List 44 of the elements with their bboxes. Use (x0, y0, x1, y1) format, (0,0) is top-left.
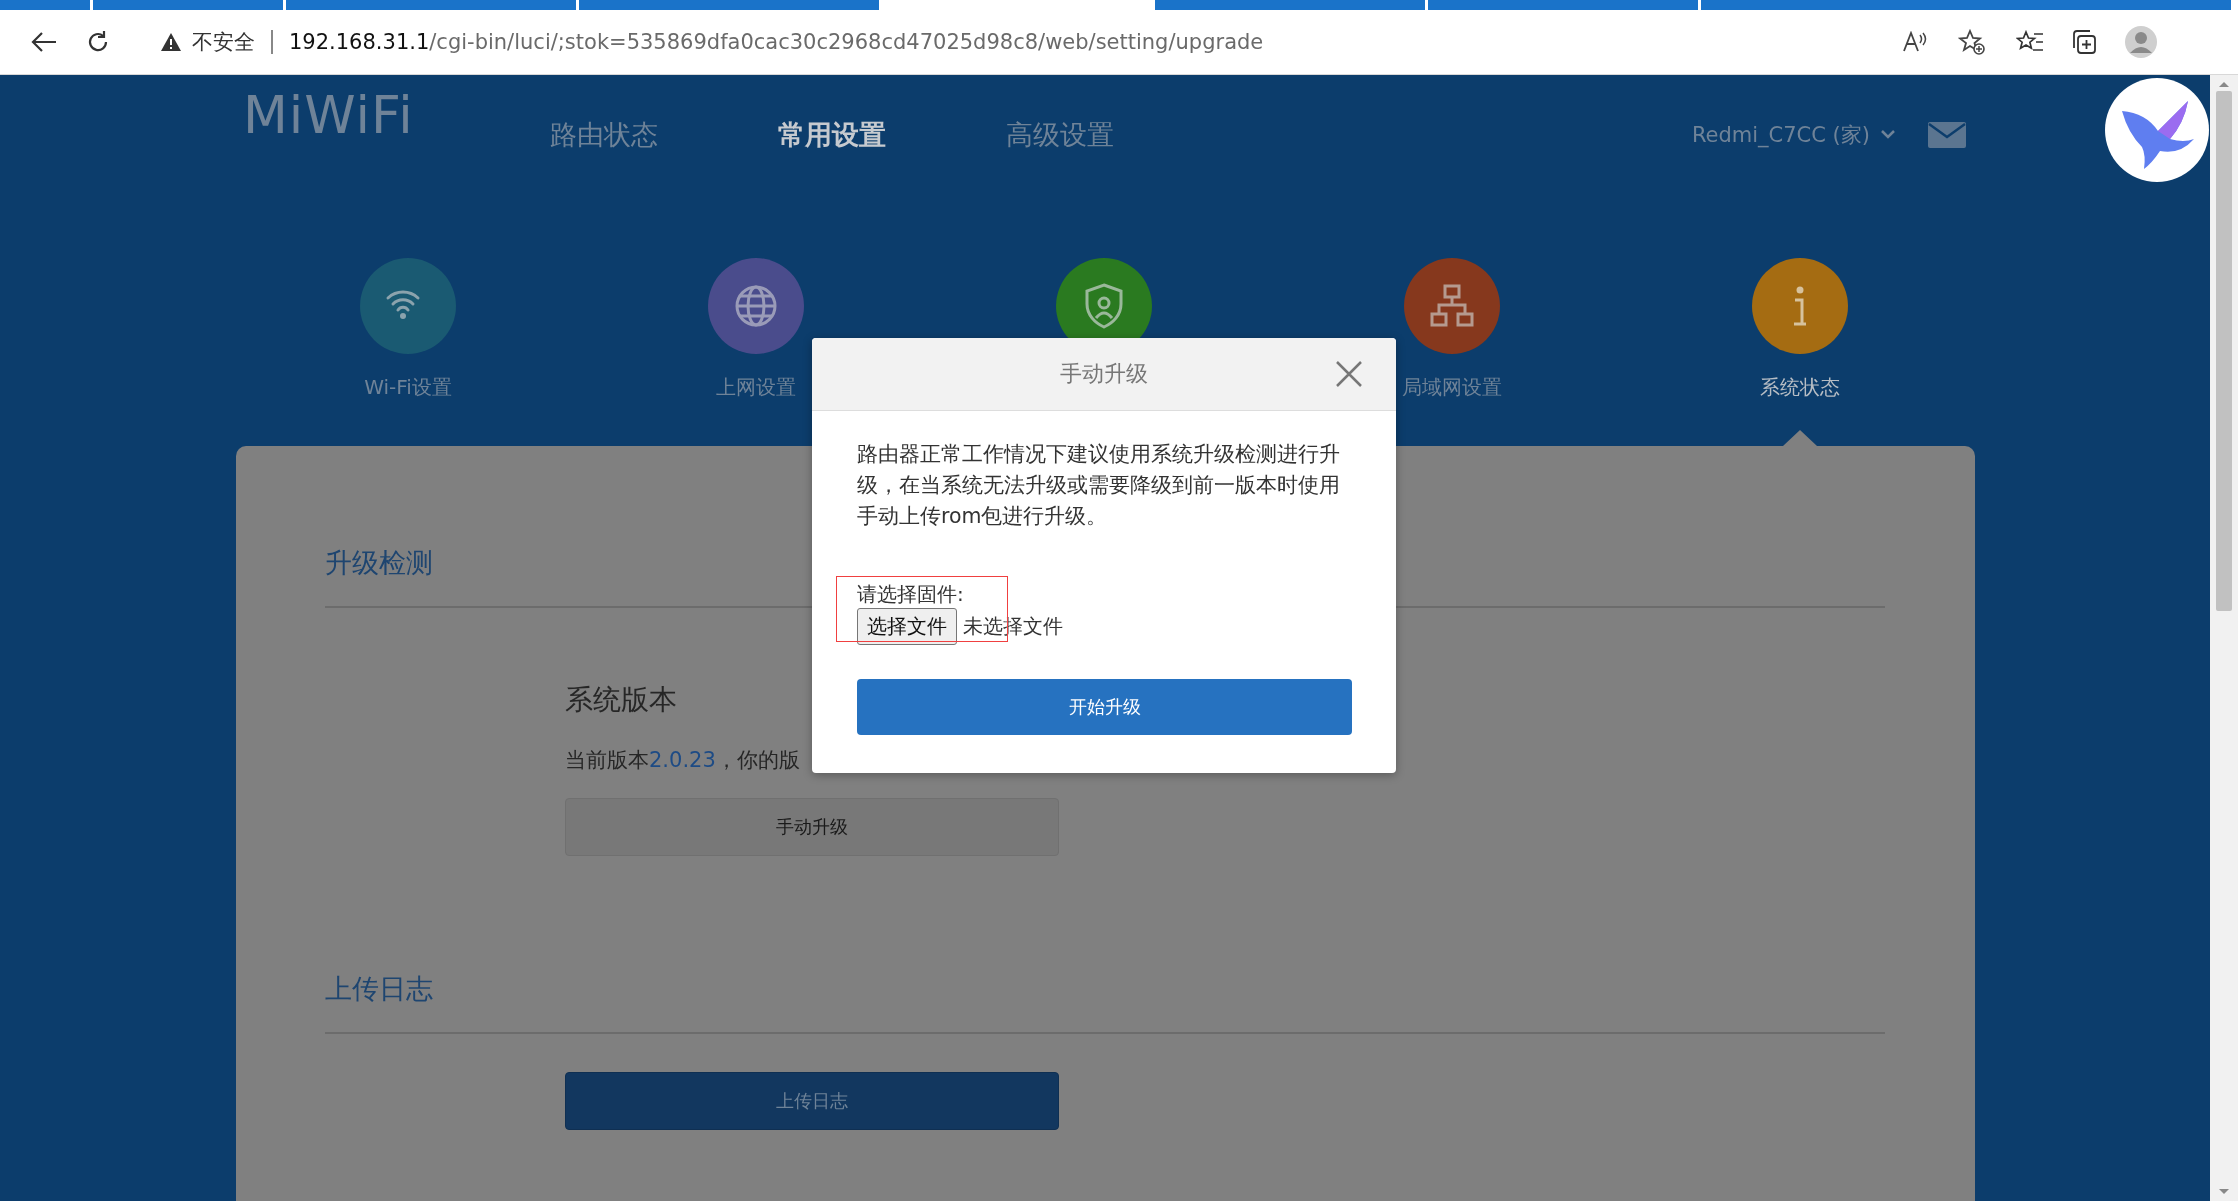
url-text: 192.168.31.1/cgi-bin/luci/;stok=535869dfa0cac30c2968cd47025d98c8/web/setting/upgrade (289, 30, 1264, 54)
wifi-icon (360, 258, 456, 354)
profile-icon[interactable] (2124, 25, 2158, 59)
device-name[interactable]: Redmi_C7CC (家) (1691, 121, 1870, 149)
bird-icon[interactable] (2104, 77, 2210, 183)
manual-upgrade-button[interactable]: 手动升级 (565, 798, 1059, 856)
section-heading: 上传日志 (325, 972, 433, 1006)
feature-label: 上网设置 (716, 374, 796, 401)
network-icon (1404, 258, 1500, 354)
nav-tab[interactable]: 高级设置 (1006, 117, 1114, 153)
logo: MiWiFi (243, 85, 415, 145)
warning-icon (160, 32, 182, 52)
globe-icon (708, 258, 804, 354)
feature-label: 局域网设置 (1402, 374, 1502, 401)
feature-tile[interactable]: 上网设置 (708, 258, 804, 401)
close-icon (1334, 359, 1364, 389)
collections-icon[interactable] (2070, 28, 2098, 56)
feature-tile[interactable]: Wi-Fi设置 (360, 258, 456, 401)
dialog-title: 手动升级 (1060, 360, 1148, 388)
nav-tab[interactable]: 路由状态 (550, 117, 658, 153)
version-title: 系统版本 (565, 682, 677, 718)
feature-label: Wi-Fi设置 (364, 374, 452, 401)
upload-log-button[interactable]: 上传日志 (565, 1072, 1059, 1130)
feature-label: 系统状态 (1760, 374, 1840, 401)
security-label: 不安全 (192, 29, 255, 56)
reload-icon (86, 30, 110, 54)
choose-file-button[interactable]: 选择文件 (857, 608, 957, 645)
add-favorite-icon[interactable] (1958, 29, 1986, 55)
start-upgrade-button[interactable]: 开始升级 (857, 679, 1352, 735)
chevron-down-icon[interactable] (1880, 129, 1896, 141)
favorites-icon[interactable] (2016, 30, 2044, 54)
version-text: 当前版本2.0.23，你的版 (565, 747, 800, 774)
scrollbar-thumb[interactable] (2216, 91, 2232, 611)
read-aloud-icon[interactable] (1902, 31, 1928, 53)
info-icon (1752, 258, 1848, 354)
nav-tab[interactable]: 常用设置 (778, 117, 886, 153)
scrollbar[interactable] (2210, 75, 2238, 1201)
field-label: 请选择固件: (857, 582, 964, 606)
section-heading: 升级检测 (325, 546, 433, 580)
back-arrow-icon (31, 31, 57, 53)
feature-tile[interactable]: 局域网设置 (1402, 258, 1502, 401)
close-button[interactable] (1334, 359, 1364, 389)
mail-icon[interactable] (1928, 122, 1966, 148)
dialog-description: 路由器正常工作情况下建议使用系统升级检测进行升级，在当系统无法升级或需要降级到前一版本时使用手动上传rom包进行升级。 (857, 441, 1341, 530)
